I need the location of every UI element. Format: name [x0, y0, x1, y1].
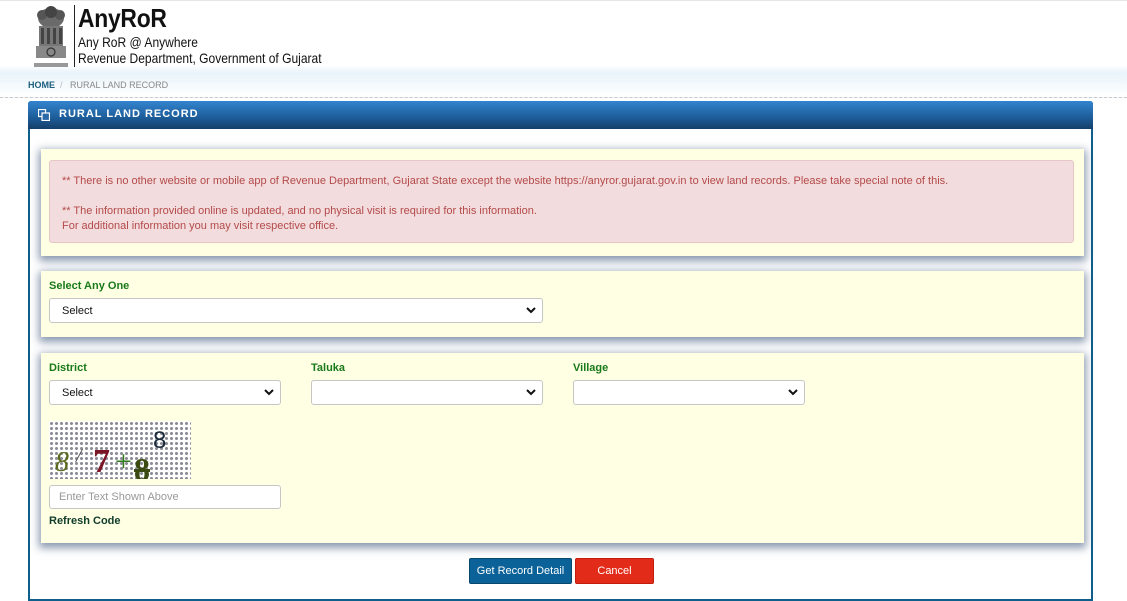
copy-windows-icon	[38, 109, 50, 121]
chevron-down-icon	[788, 389, 798, 396]
search-type-select[interactable]: Select	[49, 298, 543, 323]
rural-land-record-panel: RURAL LAND RECORD ** There is no other w…	[28, 101, 1093, 601]
notice-alert: ** There is no other website or mobile a…	[49, 160, 1074, 243]
captcha-input[interactable]: Enter Text Shown Above	[49, 485, 281, 509]
captcha-char: +	[115, 445, 132, 478]
captcha-input-placeholder: Enter Text Shown Above	[59, 491, 179, 503]
search-type-select-value: Select	[62, 305, 93, 317]
panel-title: RURAL LAND RECORD	[59, 108, 199, 120]
chevron-down-icon	[526, 307, 536, 314]
captcha-char: 7	[93, 443, 110, 479]
captcha-image: 8 / 7 + 8 8	[49, 421, 191, 479]
taluka-label: Taluka	[311, 362, 346, 374]
site-title: AnyRoR	[78, 3, 167, 33]
panel-header: RURAL LAND RECORD	[28, 101, 1093, 129]
notice-line-3: For additional information you may visit…	[62, 220, 339, 232]
notice-card: ** There is no other website or mobile a…	[41, 149, 1084, 256]
captcha-char: 8	[55, 447, 69, 478]
search-type-card: Select Any One Select	[41, 271, 1084, 337]
breadcrumb-home-link[interactable]: HOME	[28, 80, 55, 90]
chevron-down-icon	[526, 389, 536, 396]
get-record-detail-button[interactable]: Get Record Detail	[469, 558, 572, 584]
district-select[interactable]: Select	[49, 380, 281, 405]
refresh-captcha-link[interactable]: Refresh Code	[49, 515, 121, 527]
notice-line-1: ** There is no other website or mobile a…	[62, 175, 949, 187]
site-header: AnyRoR Any RoR @ Anywhere Revenue Depart…	[0, 0, 1127, 74]
captcha-char: /	[76, 445, 82, 467]
site-subtitle: Any RoR @ Anywhere	[78, 34, 198, 50]
captcha-char: 8	[134, 451, 150, 479]
village-label: Village	[573, 362, 609, 374]
brand-divider	[74, 5, 75, 67]
cancel-button[interactable]: Cancel	[575, 558, 654, 584]
breadcrumb-current: RURAL LAND RECORD	[70, 80, 169, 90]
notice-line-2: ** The information provided online is up…	[62, 205, 537, 217]
village-select[interactable]	[573, 380, 805, 405]
location-card: District Select Taluka Village 8 / 7 + 8…	[41, 353, 1084, 543]
department-name: Revenue Department, Government of Gujara…	[78, 50, 322, 66]
chevron-down-icon	[264, 389, 274, 396]
breadcrumb: HOME / RURAL LAND RECORD	[0, 74, 1127, 98]
taluka-select[interactable]	[311, 380, 543, 405]
national-emblem-icon	[34, 6, 68, 67]
search-type-label: Select Any One	[49, 280, 130, 292]
breadcrumb-separator: /	[60, 80, 63, 90]
captcha-char: 8	[153, 427, 167, 454]
district-select-value: Select	[62, 387, 93, 399]
district-label: District	[49, 362, 87, 374]
